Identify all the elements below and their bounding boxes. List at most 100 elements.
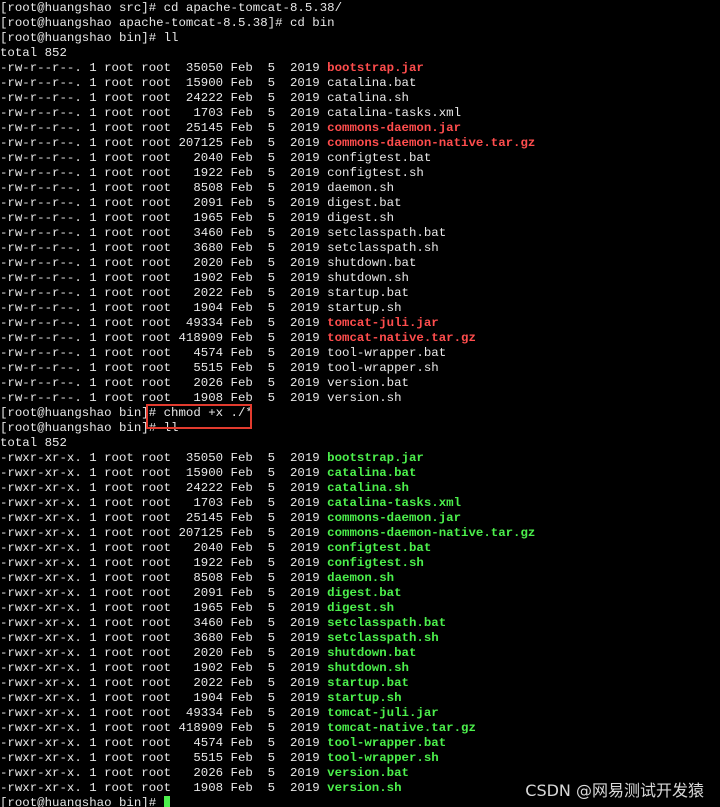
line-text: -rw-r--r--. 1 root root 418909 Feb 5 201… <box>0 331 328 345</box>
file-name-green: daemon.sh <box>327 571 395 585</box>
line-text: -rw-r--r--. 1 root root 49334 Feb 5 2019 <box>0 316 328 330</box>
terminal-line: -rwxr-xr-x. 1 root root 15900 Feb 5 2019… <box>0 466 720 481</box>
file-name-green: catalina.sh <box>327 481 409 495</box>
line-text: -rwxr-xr-x. 1 root root 207125 Feb 5 201… <box>0 526 328 540</box>
file-name-green: tomcat-juli.jar <box>327 706 439 720</box>
line-text: [root@huangshao bin]# ll <box>0 31 179 45</box>
file-name-green: setclasspath.bat <box>327 616 447 630</box>
terminal-cursor <box>163 796 170 807</box>
line-text: -rwxr-xr-x. 1 root root 1904 Feb 5 2019 <box>0 691 328 705</box>
terminal-line: -rwxr-xr-x. 1 root root 5515 Feb 5 2019 … <box>0 751 720 766</box>
terminal-line: -rwxr-xr-x. 1 root root 8508 Feb 5 2019 … <box>0 571 720 586</box>
terminal-line: -rwxr-xr-x. 1 root root 1965 Feb 5 2019 … <box>0 601 720 616</box>
terminal-line: -rwxr-xr-x. 1 root root 4574 Feb 5 2019 … <box>0 736 720 751</box>
terminal-line: -rw-r--r--. 1 root root 35050 Feb 5 2019… <box>0 61 720 76</box>
line-text: -rw-r--r--. 1 root root 3680 Feb 5 2019 … <box>0 241 439 255</box>
line-text: -rwxr-xr-x. 1 root root 35050 Feb 5 2019 <box>0 451 328 465</box>
line-text: -rw-r--r--. 1 root root 2091 Feb 5 2019 … <box>0 196 402 210</box>
line-text: -rwxr-xr-x. 1 root root 1922 Feb 5 2019 <box>0 556 328 570</box>
line-text: -rwxr-xr-x. 1 root root 2026 Feb 5 2019 <box>0 766 328 780</box>
terminal-line: -rw-r--r--. 1 root root 207125 Feb 5 201… <box>0 136 720 151</box>
line-text: -rwxr-xr-x. 1 root root 1908 Feb 5 2019 <box>0 781 328 795</box>
terminal-line: -rw-r--r--. 1 root root 1922 Feb 5 2019 … <box>0 166 720 181</box>
file-name-green: version.bat <box>327 766 409 780</box>
file-name-green: configtest.sh <box>327 556 424 570</box>
line-text: -rw-r--r--. 1 root root 1908 Feb 5 2019 … <box>0 391 402 405</box>
line-text: -rw-r--r--. 1 root root 5515 Feb 5 2019 … <box>0 361 439 375</box>
terminal-line: -rwxr-xr-x. 1 root root 3680 Feb 5 2019 … <box>0 631 720 646</box>
file-name-red: commons-daemon-native.tar.gz <box>327 136 536 150</box>
terminal-line: -rwxr-xr-x. 1 root root 3460 Feb 5 2019 … <box>0 616 720 631</box>
line-text: [root@huangshao bin]# <box>0 796 164 807</box>
line-text: [root@huangshao apache-tomcat-8.5.38]# c… <box>0 16 335 30</box>
terminal-line: -rw-r--r--. 1 root root 4574 Feb 5 2019 … <box>0 346 720 361</box>
csdn-watermark: CSDN @网易测试开发猿 <box>525 781 704 800</box>
terminal-line: -rw-r--r--. 1 root root 25145 Feb 5 2019… <box>0 121 720 136</box>
terminal-line: -rwxr-xr-x. 1 root root 418909 Feb 5 201… <box>0 721 720 736</box>
line-text: -rwxr-xr-x. 1 root root 1703 Feb 5 2019 <box>0 496 328 510</box>
line-text: -rw-r--r--. 1 root root 1965 Feb 5 2019 … <box>0 211 395 225</box>
terminal-line: -rw-r--r--. 1 root root 1965 Feb 5 2019 … <box>0 211 720 226</box>
terminal-line: total 852 <box>0 436 720 451</box>
terminal-line: -rw-r--r--. 1 root root 8508 Feb 5 2019 … <box>0 181 720 196</box>
file-name-green: shutdown.bat <box>327 646 417 660</box>
file-name-red: commons-daemon.jar <box>327 121 462 135</box>
terminal-line: -rw-r--r--. 1 root root 15900 Feb 5 2019… <box>0 76 720 91</box>
line-text: [root@huangshao bin]# ll <box>0 421 179 435</box>
file-name-green: catalina.bat <box>327 466 417 480</box>
line-text: -rwxr-xr-x. 1 root root 1965 Feb 5 2019 <box>0 601 328 615</box>
line-text: -rw-r--r--. 1 root root 15900 Feb 5 2019… <box>0 76 417 90</box>
file-name-green: digest.sh <box>327 601 395 615</box>
terminal-line: -rw-r--r--. 1 root root 2091 Feb 5 2019 … <box>0 196 720 211</box>
line-text: -rw-r--r--. 1 root root 24222 Feb 5 2019… <box>0 91 409 105</box>
terminal-line: -rw-r--r--. 1 root root 24222 Feb 5 2019… <box>0 91 720 106</box>
terminal-line: -rw-r--r--. 1 root root 1904 Feb 5 2019 … <box>0 301 720 316</box>
terminal-line: -rwxr-xr-x. 1 root root 1922 Feb 5 2019 … <box>0 556 720 571</box>
terminal-line: [root@huangshao src]# cd apache-tomcat-8… <box>0 1 720 16</box>
file-name-green: startup.bat <box>327 676 409 690</box>
line-text: -rwxr-xr-x. 1 root root 3680 Feb 5 2019 <box>0 631 328 645</box>
file-name-green: commons-daemon.jar <box>327 511 462 525</box>
terminal-line: -rwxr-xr-x. 1 root root 2040 Feb 5 2019 … <box>0 541 720 556</box>
terminal-line: -rw-r--r--. 1 root root 5515 Feb 5 2019 … <box>0 361 720 376</box>
line-text: -rw-r--r--. 1 root root 3460 Feb 5 2019 … <box>0 226 447 240</box>
file-name-green: startup.sh <box>327 691 402 705</box>
terminal-window[interactable]: [root@huangshao src]# cd apache-tomcat-8… <box>0 0 720 807</box>
line-text: -rwxr-xr-x. 1 root root 5515 Feb 5 2019 <box>0 751 328 765</box>
line-text: -rwxr-xr-x. 1 root root 2040 Feb 5 2019 <box>0 541 328 555</box>
terminal-line: -rwxr-xr-x. 1 root root 1703 Feb 5 2019 … <box>0 496 720 511</box>
terminal-line: -rwxr-xr-x. 1 root root 24222 Feb 5 2019… <box>0 481 720 496</box>
line-text: -rw-r--r--. 1 root root 207125 Feb 5 201… <box>0 136 328 150</box>
terminal-line: -rw-r--r--. 1 root root 1908 Feb 5 2019 … <box>0 391 720 406</box>
file-name-green: version.sh <box>327 781 402 795</box>
line-text: -rw-r--r--. 1 root root 2020 Feb 5 2019 … <box>0 256 417 270</box>
terminal-line: total 852 <box>0 46 720 61</box>
file-name-green: configtest.bat <box>327 541 432 555</box>
line-text: [root@huangshao bin]# chmod +x ./* <box>0 406 253 420</box>
terminal-line: [root@huangshao bin]# ll <box>0 421 720 436</box>
terminal-line: -rw-r--r--. 1 root root 1703 Feb 5 2019 … <box>0 106 720 121</box>
line-text: total 852 <box>0 46 67 60</box>
terminal-line: -rw-r--r--. 1 root root 2020 Feb 5 2019 … <box>0 256 720 271</box>
file-name-red: bootstrap.jar <box>327 61 424 75</box>
terminal-line: -rwxr-xr-x. 1 root root 1902 Feb 5 2019 … <box>0 661 720 676</box>
line-text: -rw-r--r--. 1 root root 1904 Feb 5 2019 … <box>0 301 402 315</box>
terminal-line: [root@huangshao bin]# chmod +x ./* <box>0 406 720 421</box>
line-text: -rwxr-xr-x. 1 root root 418909 Feb 5 201… <box>0 721 328 735</box>
line-text: -rw-r--r--. 1 root root 1703 Feb 5 2019 … <box>0 106 462 120</box>
line-text: -rw-r--r--. 1 root root 4574 Feb 5 2019 … <box>0 346 447 360</box>
line-text: -rwxr-xr-x. 1 root root 2091 Feb 5 2019 <box>0 586 328 600</box>
terminal-line: -rwxr-xr-x. 1 root root 2020 Feb 5 2019 … <box>0 646 720 661</box>
line-text: total 852 <box>0 436 67 450</box>
terminal-line: -rw-r--r--. 1 root root 49334 Feb 5 2019… <box>0 316 720 331</box>
file-name-green: bootstrap.jar <box>327 451 424 465</box>
line-text: -rw-r--r--. 1 root root 1902 Feb 5 2019 … <box>0 271 409 285</box>
line-text: -rwxr-xr-x. 1 root root 15900 Feb 5 2019 <box>0 466 328 480</box>
line-text: -rwxr-xr-x. 1 root root 25145 Feb 5 2019 <box>0 511 328 525</box>
terminal-line: -rw-r--r--. 1 root root 2026 Feb 5 2019 … <box>0 376 720 391</box>
line-text: -rw-r--r--. 1 root root 2022 Feb 5 2019 … <box>0 286 409 300</box>
line-text: -rwxr-xr-x. 1 root root 2020 Feb 5 2019 <box>0 646 328 660</box>
terminal-line: [root@huangshao bin]# ll <box>0 31 720 46</box>
line-text: -rwxr-xr-x. 1 root root 2022 Feb 5 2019 <box>0 676 328 690</box>
line-text: -rw-r--r--. 1 root root 1922 Feb 5 2019 … <box>0 166 424 180</box>
